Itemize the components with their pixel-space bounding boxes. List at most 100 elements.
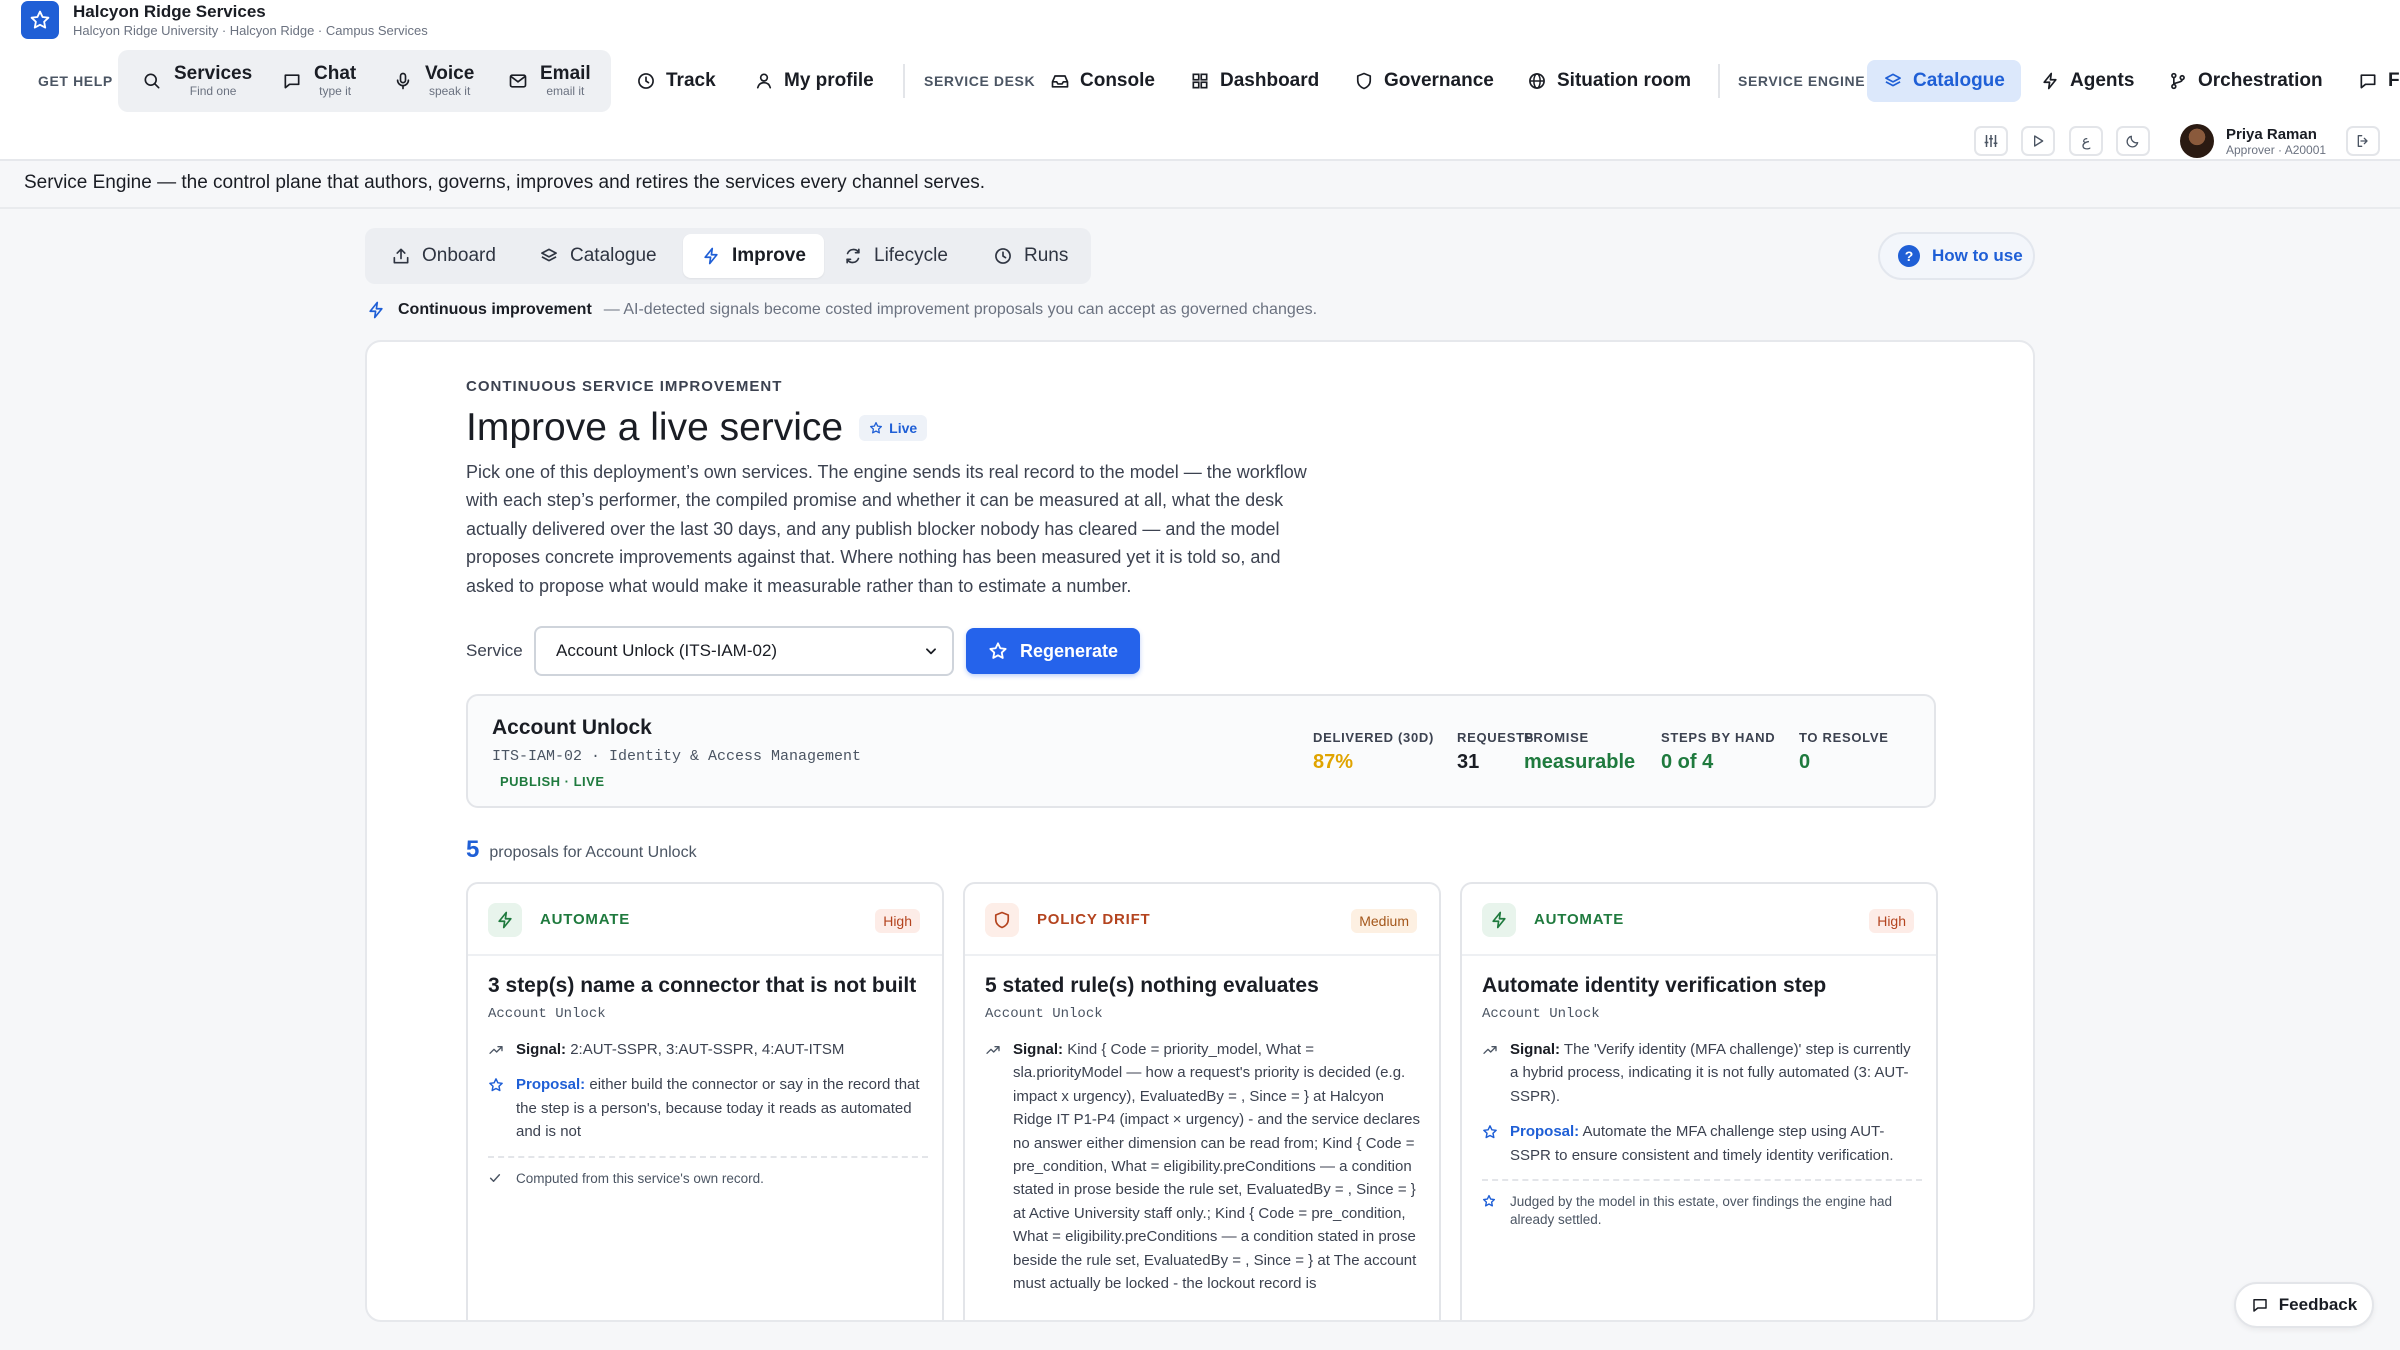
bolt-icon (488, 903, 522, 937)
shield-icon (985, 903, 1019, 937)
chat-icon (2358, 71, 2378, 91)
status-badge: PUBLISH · LIVE (500, 774, 605, 789)
bolt-icon (2040, 71, 2060, 91)
proposal-body: Signal: Kind { Code = priority_model, Wh… (985, 1038, 1425, 1307)
sliders-button[interactable] (1974, 126, 2008, 156)
signal-text: 2:AUT-SSPR, 3:AUT-SSPR, 4:AUT-ITSM (570, 1041, 845, 1058)
severity-badge: Medium (1351, 909, 1417, 933)
tab-catalogue-label: Catalogue (570, 245, 657, 266)
nav-my-profile-label: My profile (784, 70, 874, 91)
chat-icon (2251, 1296, 2269, 1314)
user-menu[interactable]: Priya Raman Approver · A20001 (2180, 124, 2326, 158)
live-badge: Live (859, 415, 928, 441)
star-icon (869, 421, 883, 435)
play-button[interactable] (2021, 126, 2055, 156)
tab-runs[interactable]: Runs (993, 234, 1068, 278)
proposal-card[interactable]: AUTOMATE High Automate identity verifica… (1460, 882, 1938, 1320)
search-icon (142, 71, 162, 91)
how-to-use-button[interactable]: ? How to use (1878, 232, 2035, 280)
theme-button[interactable] (2116, 126, 2150, 156)
signal-label: Signal: (1013, 1041, 1064, 1058)
proposal-title: 3 step(s) name a connector that is not b… (488, 974, 917, 997)
nav-dashboard-label: Dashboard (1220, 70, 1320, 91)
nav-dashboard[interactable]: Dashboard (1190, 50, 1319, 112)
nav-email[interactable]: Email email it (508, 50, 591, 112)
nav-orchestration[interactable]: Orchestration (2168, 50, 2323, 112)
live-badge-label: Live (889, 420, 918, 436)
proposal-title: 5 stated rule(s) nothing evaluates (985, 974, 1319, 997)
tab-improve-label: Improve (732, 245, 806, 266)
nav-services[interactable]: Services Find one (142, 50, 252, 112)
nav-agents-label: Agents (2070, 70, 2135, 91)
regenerate-label: Regenerate (1019, 640, 1119, 661)
nav-track[interactable]: Track (636, 50, 716, 112)
help-icon: ? (1898, 245, 1920, 267)
service-summary: Account Unlock ITS-IAM-02 · Identity & A… (466, 694, 1936, 808)
metric-value: 87% (1313, 751, 1354, 773)
inbox-icon (1050, 71, 1070, 91)
star-icon (488, 1073, 506, 1143)
severity-badge: High (875, 909, 920, 933)
tab-lifecycle[interactable]: Lifecycle (843, 234, 948, 278)
clock-icon (993, 246, 1013, 266)
divider (1482, 1179, 1922, 1182)
proposal-kind: POLICY DRIFT (1037, 911, 1151, 928)
metric-to-resolve: TO RESOLVE 0 (1799, 730, 1889, 774)
service-select[interactable]: Account Unlock (ITS-IAM-02) (534, 626, 954, 676)
nav-governance[interactable]: Governance (1354, 50, 1494, 112)
nav-my-profile[interactable]: My profile (754, 50, 874, 112)
nav-console-label: Console (1080, 70, 1155, 91)
sliders-icon (1982, 132, 2000, 150)
bolt-icon (701, 246, 721, 266)
proposal-service: Account Unlock (488, 1006, 606, 1022)
nav-agents[interactable]: Agents (2040, 50, 2134, 112)
signal-label: Signal: (1510, 1041, 1561, 1058)
tab-catalogue[interactable]: Catalogue (539, 234, 657, 278)
language-button[interactable]: ع (2069, 126, 2103, 156)
nav-track-label: Track (666, 70, 716, 91)
refresh-icon (843, 246, 863, 266)
nav-catalogue[interactable]: Catalogue (1867, 60, 2021, 102)
nav-catalogue-label: Catalogue (1913, 70, 2005, 91)
metric-label: TO RESOLVE (1799, 730, 1889, 745)
layers-icon (1883, 71, 1903, 91)
tab-improve[interactable]: Improve (683, 234, 824, 278)
sign-out-button[interactable] (2346, 126, 2380, 156)
regenerate-button[interactable]: Regenerate (966, 628, 1140, 674)
nav-chat-label: Chat (314, 63, 357, 85)
tab-onboard[interactable]: Onboard (391, 234, 496, 278)
metric-label: DELIVERED (30D) (1313, 730, 1435, 745)
star-icon (1482, 1120, 1500, 1167)
metric-steps-by-hand: STEPS BY HAND 0 of 4 (1661, 730, 1775, 774)
feedback-button[interactable]: Feedback (2234, 1282, 2374, 1328)
nav-feedback-truncated[interactable]: F (2358, 50, 2400, 112)
proposal-footer: Judged by the model in this estate, over… (1482, 1193, 1922, 1229)
nav-section-get-help: GET HELP (38, 73, 113, 89)
nav-voice-label: Voice (425, 63, 475, 85)
proposal-body: Signal: 2:AUT-SSPR, 3:AUT-SSPR, 4:AUT-IT… (488, 1038, 928, 1188)
tab-onboard-label: Onboard (422, 245, 496, 266)
metric-requests: REQUESTS 31 (1457, 730, 1534, 774)
nav-chat[interactable]: Chat type it (282, 50, 356, 112)
bolt-icon (366, 300, 386, 320)
summary-title: Account Unlock (492, 716, 652, 739)
user-icon (754, 71, 774, 91)
brand[interactable]: Halcyon Ridge Services Halcyon Ridge Uni… (21, 0, 428, 39)
sign-out-icon (2355, 133, 2371, 149)
nav-email-label: Email (540, 63, 591, 85)
upload-icon (391, 246, 411, 266)
tab-lifecycle-label: Lifecycle (874, 245, 948, 266)
proposal-body: Signal: The 'Verify identity (MFA challe… (1482, 1038, 1922, 1229)
trend-icon (488, 1038, 506, 1061)
proposal-line: Proposal: Automate the MFA challenge ste… (1482, 1120, 1922, 1167)
nav-situation-room[interactable]: Situation room (1527, 50, 1691, 112)
metric-label: PROMISE (1524, 730, 1589, 745)
proposal-header: AUTOMATE High (468, 884, 942, 956)
proposal-card[interactable]: POLICY DRIFT Medium 5 stated rule(s) not… (963, 882, 1441, 1320)
mail-icon (508, 71, 528, 91)
nav-truncated-label: F (2388, 70, 2400, 91)
nav-console[interactable]: Console (1050, 50, 1155, 112)
intro-text: Pick one of this deployment’s own servic… (466, 462, 1307, 596)
nav-voice[interactable]: Voice speak it (393, 50, 474, 112)
proposal-card[interactable]: AUTOMATE High 3 step(s) name a connector… (466, 882, 944, 1320)
